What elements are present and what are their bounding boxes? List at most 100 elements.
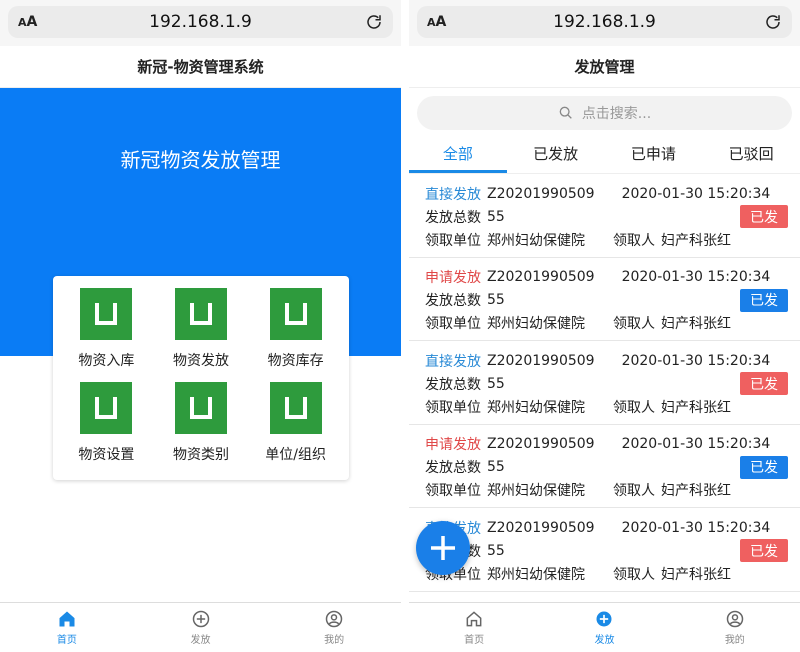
record-type: 申请发放 <box>425 437 481 453</box>
record-code: Z20201990509 <box>487 352 595 369</box>
tab-issued[interactable]: 已发放 <box>507 134 605 173</box>
record-time: 2020-01-30 15:20:34 <box>621 185 771 202</box>
record-code: Z20201990509 <box>487 185 595 202</box>
search-input[interactable]: 点击搜索... <box>417 96 792 130</box>
tab-me-label: 我的 <box>324 635 345 646</box>
app-tile-icon <box>269 288 322 340</box>
tab-all[interactable]: 全部 <box>409 134 507 173</box>
list-item[interactable]: 申请发放 Z20201990509 2020-01-30 15:20:34 发放总数… <box>409 258 800 341</box>
reload-icon[interactable] <box>365 13 383 31</box>
list-item[interactable]: 直接发放 Z20201990509 2020-01-30 15:20:34 发放总数… <box>409 174 800 258</box>
total-value: 55 <box>487 208 505 225</box>
grid-item-distribute[interactable]: 物资发放 <box>154 286 249 380</box>
total-label: 发放总数 <box>425 376 481 393</box>
total-value: 55 <box>487 292 505 308</box>
search-placeholder: 点击搜索... <box>581 106 652 122</box>
plus-circle-icon <box>596 611 612 627</box>
record-time: 2020-01-30 15:20:34 <box>621 269 771 285</box>
page-title: 新冠-物资管理系统 <box>0 46 401 88</box>
tab-home-label: 首页 <box>56 635 77 646</box>
record-time: 2020-01-30 15:20:34 <box>621 352 771 369</box>
tab-rejected[interactable]: 已驳回 <box>702 134 800 173</box>
person-value: 妇产科张红 <box>661 566 731 583</box>
tab-home[interactable]: 首页 <box>409 603 539 652</box>
status-badge: 已发 <box>740 288 788 312</box>
person-label: 领取人 <box>613 566 655 583</box>
unit-label: 领取单位 <box>425 483 481 499</box>
record-code: Z20201990509 <box>487 269 595 285</box>
unit-value: 郑州妇幼保健院 <box>487 566 585 583</box>
user-icon <box>726 610 744 628</box>
record-type: 直接发放 <box>425 353 481 370</box>
unit-label: 领取单位 <box>425 316 481 332</box>
record-code: Z20201990509 <box>487 519 595 536</box>
bottom-tabbar: 首页 发放 我的 <box>409 602 800 652</box>
status-badge: 已发 <box>740 205 788 228</box>
unit-label: 领取单位 <box>425 399 481 416</box>
record-time: 2020-01-30 15:20:34 <box>621 519 771 536</box>
tab-distribute-label: 发放 <box>594 635 615 646</box>
grid-item-label: 物资库存 <box>267 353 324 369</box>
total-label: 发放总数 <box>425 293 481 309</box>
home-screen: AA 192.168.1.9 新冠-物资管理系统 新冠物资发放管理 物资入库 物… <box>0 0 401 652</box>
record-type: 申请发放 <box>425 270 481 286</box>
grid-item-label: 物资入库 <box>78 353 135 369</box>
grid-item-label: 物资设置 <box>78 447 135 463</box>
tab-home-label: 首页 <box>464 635 485 646</box>
tab-me-label: 我的 <box>724 635 745 646</box>
text-size-button[interactable]: AA <box>427 14 446 30</box>
person-value: 妇产科张红 <box>661 316 731 332</box>
reload-icon[interactable] <box>764 13 782 31</box>
person-value: 妇产科张红 <box>661 399 731 416</box>
record-code: Z20201990509 <box>487 436 595 452</box>
list-item[interactable]: 申请发放 Z20201990509 2020-01-30 15:20:34 发放总数… <box>409 425 800 508</box>
url-text: 192.168.1.9 <box>149 12 252 32</box>
total-label: 发放总数 <box>425 460 481 476</box>
record-type: 直接发放 <box>425 186 481 203</box>
address-bar[interactable]: AA 192.168.1.9 <box>8 6 393 38</box>
grid-item-category[interactable]: 物资类别 <box>154 380 249 474</box>
search-icon <box>559 106 572 119</box>
grid-item-settings[interactable]: 物资设置 <box>59 380 154 474</box>
feature-grid: 物资入库 物资发放 物资库存 物资设置 物资类别 单位/组织 <box>53 276 349 480</box>
unit-value: 郑州妇幼保健院 <box>487 232 585 249</box>
plus-icon <box>431 536 455 560</box>
total-value: 55 <box>487 542 505 559</box>
text-size-button[interactable]: AA <box>18 14 37 30</box>
total-value: 55 <box>487 375 505 392</box>
record-list: 直接发放 Z20201990509 2020-01-30 15:20:34 发放总数… <box>409 174 800 592</box>
tab-applied[interactable]: 已申请 <box>605 134 703 173</box>
tab-distribute[interactable]: 发放 <box>539 603 669 652</box>
home-icon <box>466 611 482 627</box>
search-wrapper: 点击搜索... <box>409 88 800 134</box>
grid-item-org[interactable]: 单位/组织 <box>248 380 343 474</box>
status-tabs: 全部 已发放 已申请 已驳回 <box>409 134 800 174</box>
list-item[interactable]: 直接发放 Z20201990509 2020-01-30 15:20:34 发放总数… <box>409 341 800 425</box>
status-badge: 已发 <box>740 455 788 479</box>
app-tile-icon <box>269 382 322 434</box>
add-record-button[interactable] <box>416 521 470 575</box>
browser-bar: AA 192.168.1.9 <box>0 0 401 46</box>
grid-item-label: 单位/组织 <box>265 447 327 463</box>
browser-bar: AA 192.168.1.9 <box>409 0 800 46</box>
unit-value: 郑州妇幼保健院 <box>487 483 585 499</box>
dual-phone-screens: AA 192.168.1.9 新冠-物资管理系统 新冠物资发放管理 物资入库 物… <box>0 0 800 652</box>
plus-circle-icon <box>192 610 209 628</box>
tab-distribute-label: 发放 <box>190 635 211 646</box>
grid-item-stock-in[interactable]: 物资入库 <box>59 286 154 380</box>
tab-home[interactable]: 首页 <box>0 603 134 652</box>
tab-me[interactable]: 我的 <box>267 603 401 652</box>
tab-me[interactable]: 我的 <box>670 603 800 652</box>
total-value: 55 <box>487 459 505 475</box>
home-icon <box>59 611 75 627</box>
person-value: 妇产科张红 <box>661 483 731 499</box>
status-badge: 已发 <box>740 372 788 395</box>
app-tile-icon <box>174 288 227 340</box>
url-text: 192.168.1.9 <box>553 12 656 32</box>
person-label: 领取人 <box>613 316 655 332</box>
grid-item-label: 物资发放 <box>172 353 229 369</box>
address-bar[interactable]: AA 192.168.1.9 <box>417 6 792 38</box>
tab-distribute[interactable]: 发放 <box>134 603 268 652</box>
app-tile-icon <box>80 288 133 340</box>
grid-item-inventory[interactable]: 物资库存 <box>248 286 343 380</box>
